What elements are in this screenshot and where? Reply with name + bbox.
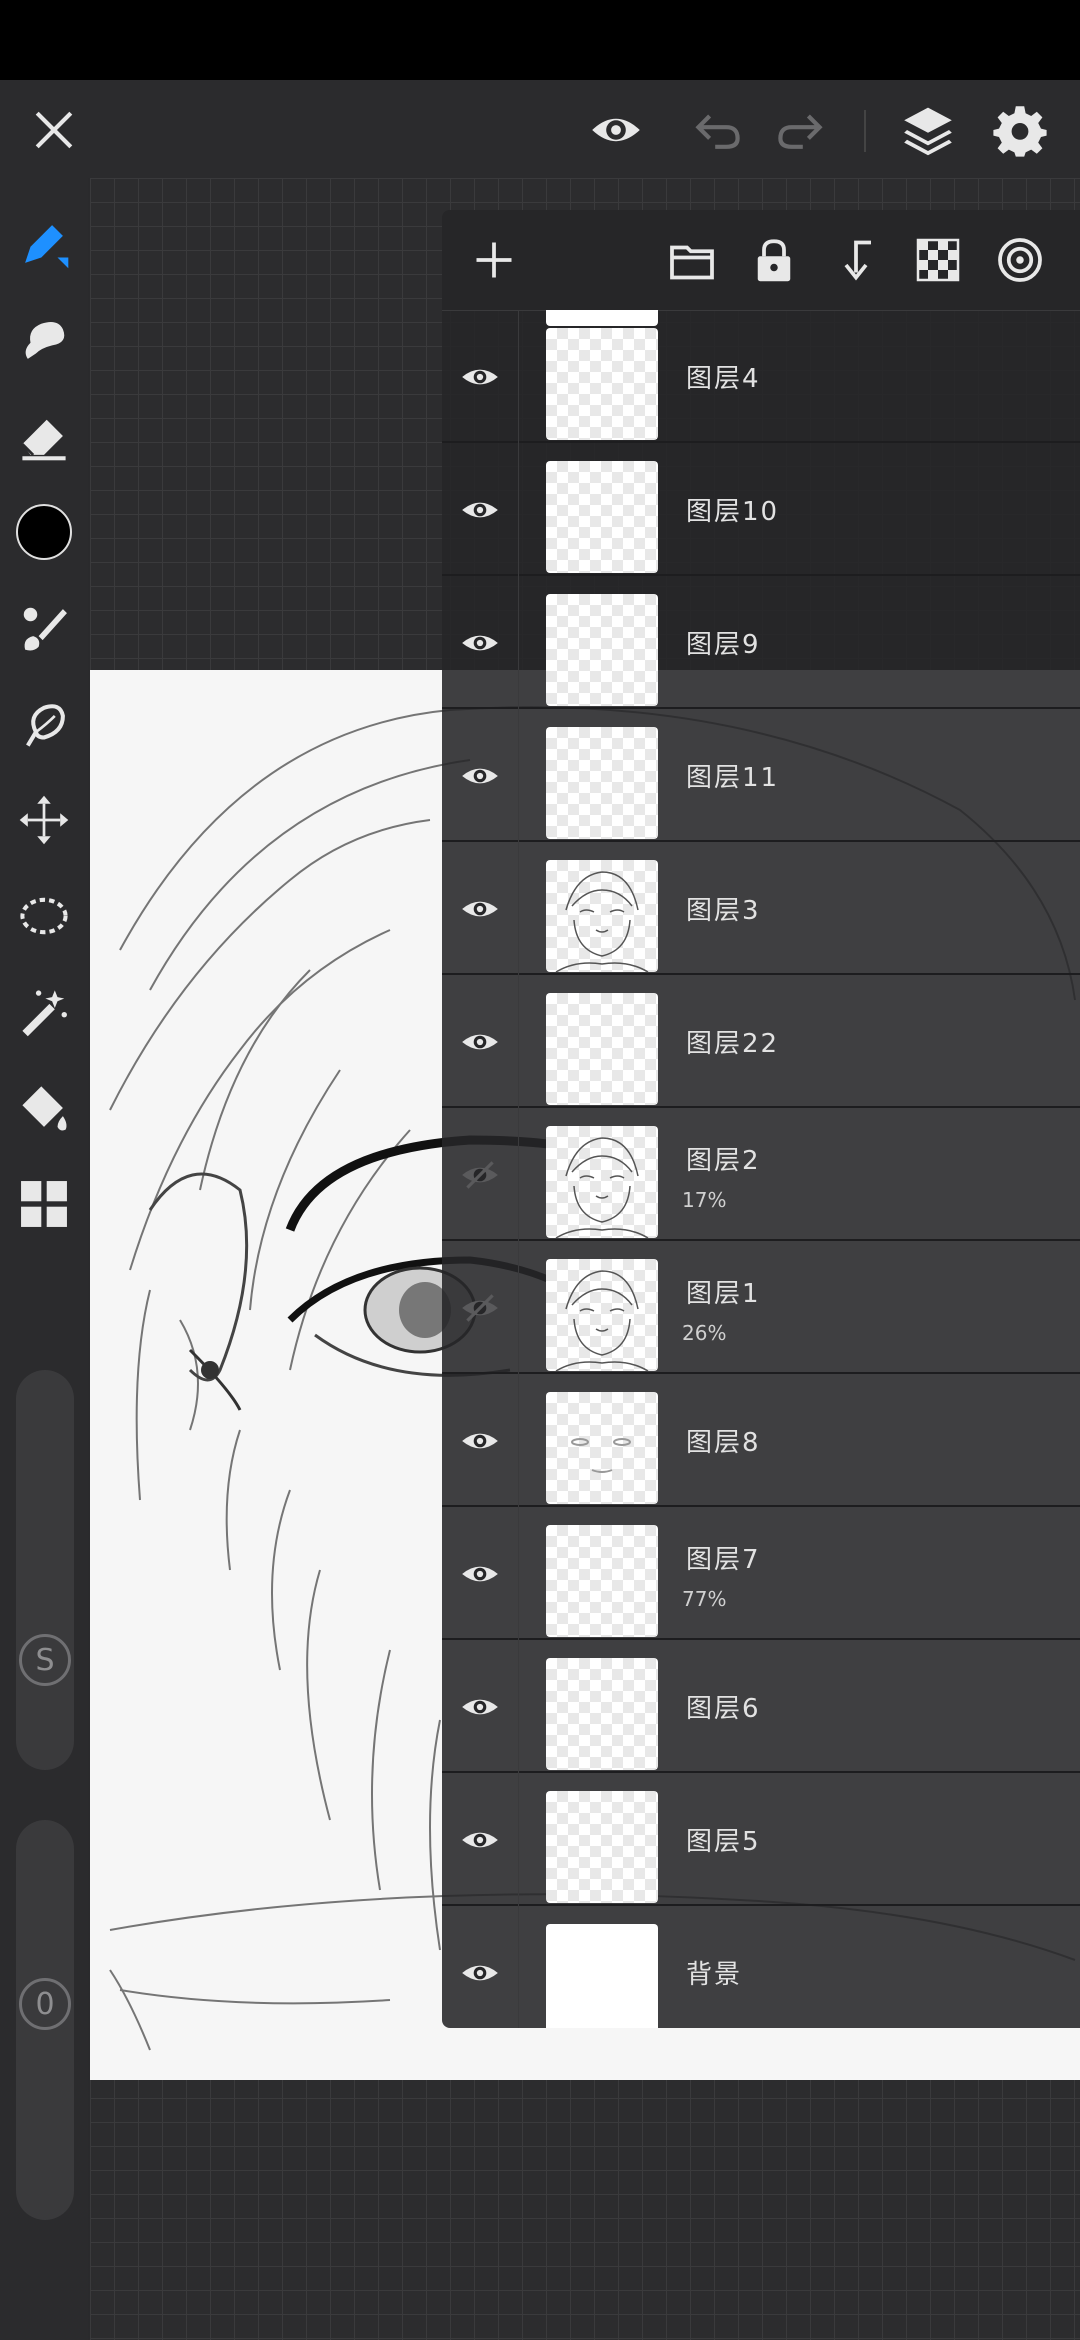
layer-thumbnail — [546, 860, 658, 972]
close-icon[interactable] — [24, 100, 84, 160]
layer-thumbnail — [546, 1392, 658, 1504]
checker-icon[interactable] — [910, 232, 966, 288]
brush-opacity-knob[interactable]: 0 — [19, 1978, 71, 2030]
layer-name: 图层1 — [686, 1279, 761, 1309]
eye-icon[interactable] — [586, 100, 646, 160]
top-bar — [0, 80, 1080, 178]
eraser-icon[interactable] — [14, 406, 74, 466]
redo-icon[interactable] — [770, 100, 830, 160]
layer-name: 图层11 — [686, 763, 780, 793]
layer-name: 图层5 — [686, 1827, 761, 1857]
eye-icon[interactable] — [442, 1640, 519, 1773]
settings-icon[interactable] — [990, 100, 1050, 160]
eye-icon[interactable] — [442, 1906, 519, 2028]
target-icon[interactable] — [992, 232, 1048, 288]
layer-name: 图层9 — [686, 630, 761, 660]
layer-name: 图层2 — [686, 1146, 761, 1176]
brush-icon[interactable] — [14, 214, 74, 274]
selection-icon[interactable] — [14, 886, 74, 946]
gallery-icon[interactable] — [14, 1174, 74, 1234]
layer-opacity: 26% — [682, 1321, 727, 1345]
layer-row[interactable]: 图层4 — [442, 310, 1080, 443]
layer-row[interactable]: 图层3 — [442, 842, 1080, 975]
eye-icon[interactable] — [442, 975, 519, 1108]
layer-opacity: 17% — [682, 1188, 727, 1212]
eye-hidden-icon[interactable] — [442, 1108, 519, 1241]
layer-name: 图层8 — [686, 1428, 761, 1458]
layer-thumbnail — [546, 993, 658, 1105]
layer-thumbnail — [546, 1259, 658, 1371]
layer-name: 图层6 — [686, 1694, 761, 1724]
layer-name: 图层10 — [686, 497, 780, 527]
layer-name: 图层22 — [686, 1029, 780, 1059]
color-swatch[interactable] — [14, 502, 74, 562]
layer-opacity: 77% — [682, 1587, 727, 1611]
undo-icon[interactable] — [688, 100, 748, 160]
eye-icon[interactable] — [442, 443, 519, 576]
lock-icon[interactable] — [746, 232, 802, 288]
fill-bucket-icon[interactable] — [14, 1078, 74, 1138]
layer-row[interactable]: 图层8 — [442, 1374, 1080, 1507]
brush-size-knob[interactable]: S — [19, 1634, 71, 1686]
eye-icon[interactable] — [442, 310, 519, 443]
layer-thumbnail — [546, 328, 658, 440]
brush-size-slider[interactable] — [16, 1370, 74, 1770]
left-toolbar: S 0 — [0, 178, 88, 2340]
layer-row[interactable]: 图层22 — [442, 975, 1080, 1108]
merge-down-icon[interactable] — [828, 232, 884, 288]
layer-row[interactable]: 图层10 — [442, 443, 1080, 576]
status-bar — [0, 0, 1080, 80]
layer-row[interactable]: 背景 — [442, 1906, 1080, 2028]
layer-row[interactable]: 图层11 — [442, 709, 1080, 842]
layer-name: 图层7 — [686, 1545, 761, 1575]
eye-icon[interactable] — [442, 842, 519, 975]
eye-hidden-icon[interactable] — [442, 1241, 519, 1374]
layer-row[interactable]: 图层5 — [442, 1773, 1080, 1906]
layer-row[interactable]: 图层9 — [442, 576, 1080, 709]
eye-icon[interactable] — [442, 709, 519, 842]
layers-list[interactable]: 图层4 图层10 图层9 图层11 图层3 图层22 图层2 17% 图层1 26% 图层8 图层7 7… — [442, 310, 1080, 2028]
layer-name: 图层3 — [686, 896, 761, 926]
layers-icon[interactable] — [898, 100, 958, 160]
layer-name: 背景 — [686, 1960, 743, 1990]
layer-thumbnail — [546, 1525, 658, 1637]
layer-panel: 图层4 图层10 图层9 图层11 图层3 图层22 图层2 17% 图层1 26% 图层8 图层7 7… — [442, 210, 1080, 2028]
transform-icon[interactable] — [14, 790, 74, 850]
layer-thumbnail — [546, 1924, 658, 2028]
layer-row[interactable]: 图层1 26% — [442, 1241, 1080, 1374]
eye-icon[interactable] — [442, 1507, 519, 1640]
layer-panel-toolbar — [442, 210, 1080, 311]
add-icon[interactable] — [466, 232, 522, 288]
eye-icon[interactable] — [442, 1773, 519, 1906]
eye-icon[interactable] — [442, 1374, 519, 1507]
layer-thumbnail — [546, 1658, 658, 1770]
layer-thumbnail — [546, 594, 658, 706]
lasso-icon[interactable] — [14, 694, 74, 754]
layer-thumbnail — [546, 727, 658, 839]
paint-brush-icon[interactable] — [14, 598, 74, 658]
layer-thumbnail — [546, 1126, 658, 1238]
layer-row[interactable]: 图层2 17% — [442, 1108, 1080, 1241]
magic-wand-icon[interactable] — [14, 982, 74, 1042]
folder-icon[interactable] — [664, 232, 720, 288]
layer-name: 图层4 — [686, 364, 761, 394]
layer-thumbnail — [546, 1791, 658, 1903]
layer-row[interactable]: 图层7 77% — [442, 1507, 1080, 1640]
smudge-icon[interactable] — [14, 310, 74, 370]
toolbar-divider — [864, 110, 866, 152]
eye-icon[interactable] — [442, 576, 519, 709]
layer-row[interactable]: 图层6 — [442, 1640, 1080, 1773]
layer-thumbnail — [546, 461, 658, 573]
